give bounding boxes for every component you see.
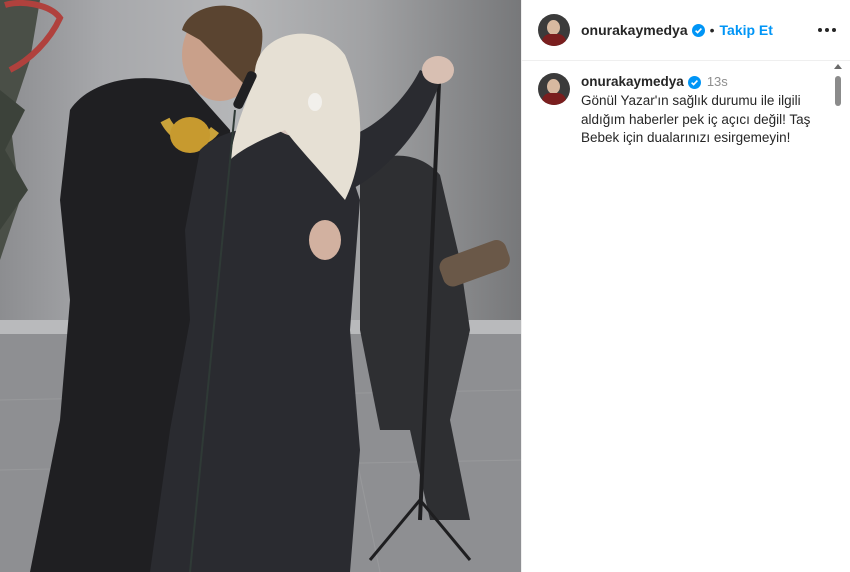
comment-meta: onurakaymedya 13s <box>581 73 822 91</box>
follow-button[interactable]: Takip Et <box>720 22 773 38</box>
avatar-face <box>547 20 560 35</box>
more-dot <box>825 28 829 32</box>
comment-time[interactable]: 13s <box>707 73 728 91</box>
avatar[interactable] <box>538 14 570 46</box>
comment-avatar[interactable] <box>538 73 570 105</box>
post-header: onurakaymedya • Takip Et <box>522 0 850 61</box>
avatar-body <box>542 93 566 105</box>
scrollbar[interactable] <box>834 62 842 572</box>
instagram-post: onurakaymedya • Takip Et onurakaymedya 1… <box>0 0 850 572</box>
more-options-icon[interactable] <box>818 22 836 38</box>
caption-comment: onurakaymedya 13s Gönül Yazar'ın sağlık … <box>522 61 850 148</box>
scroll-thumb[interactable] <box>835 76 841 106</box>
post-photo[interactable] <box>0 0 521 572</box>
separator-dot: • <box>709 22 715 38</box>
scroll-up-icon[interactable] <box>834 64 842 69</box>
avatar-face <box>547 79 560 94</box>
post-sidebar: onurakaymedya • Takip Et onurakaymedya 1… <box>521 0 850 572</box>
verified-badge-icon <box>691 23 705 37</box>
more-dot <box>832 28 836 32</box>
comment-body: onurakaymedya 13s Gönül Yazar'ın sağlık … <box>581 73 822 148</box>
header-username[interactable]: onurakaymedya <box>581 22 688 38</box>
avatar-body <box>542 34 566 46</box>
comment-username[interactable]: onurakaymedya <box>581 73 684 91</box>
more-dot <box>818 28 822 32</box>
caption-text: Gönül Yazar'ın sağlık durumu ile ilgili … <box>581 93 811 145</box>
verified-badge-icon <box>687 75 701 89</box>
photo-illustration <box>0 0 521 572</box>
